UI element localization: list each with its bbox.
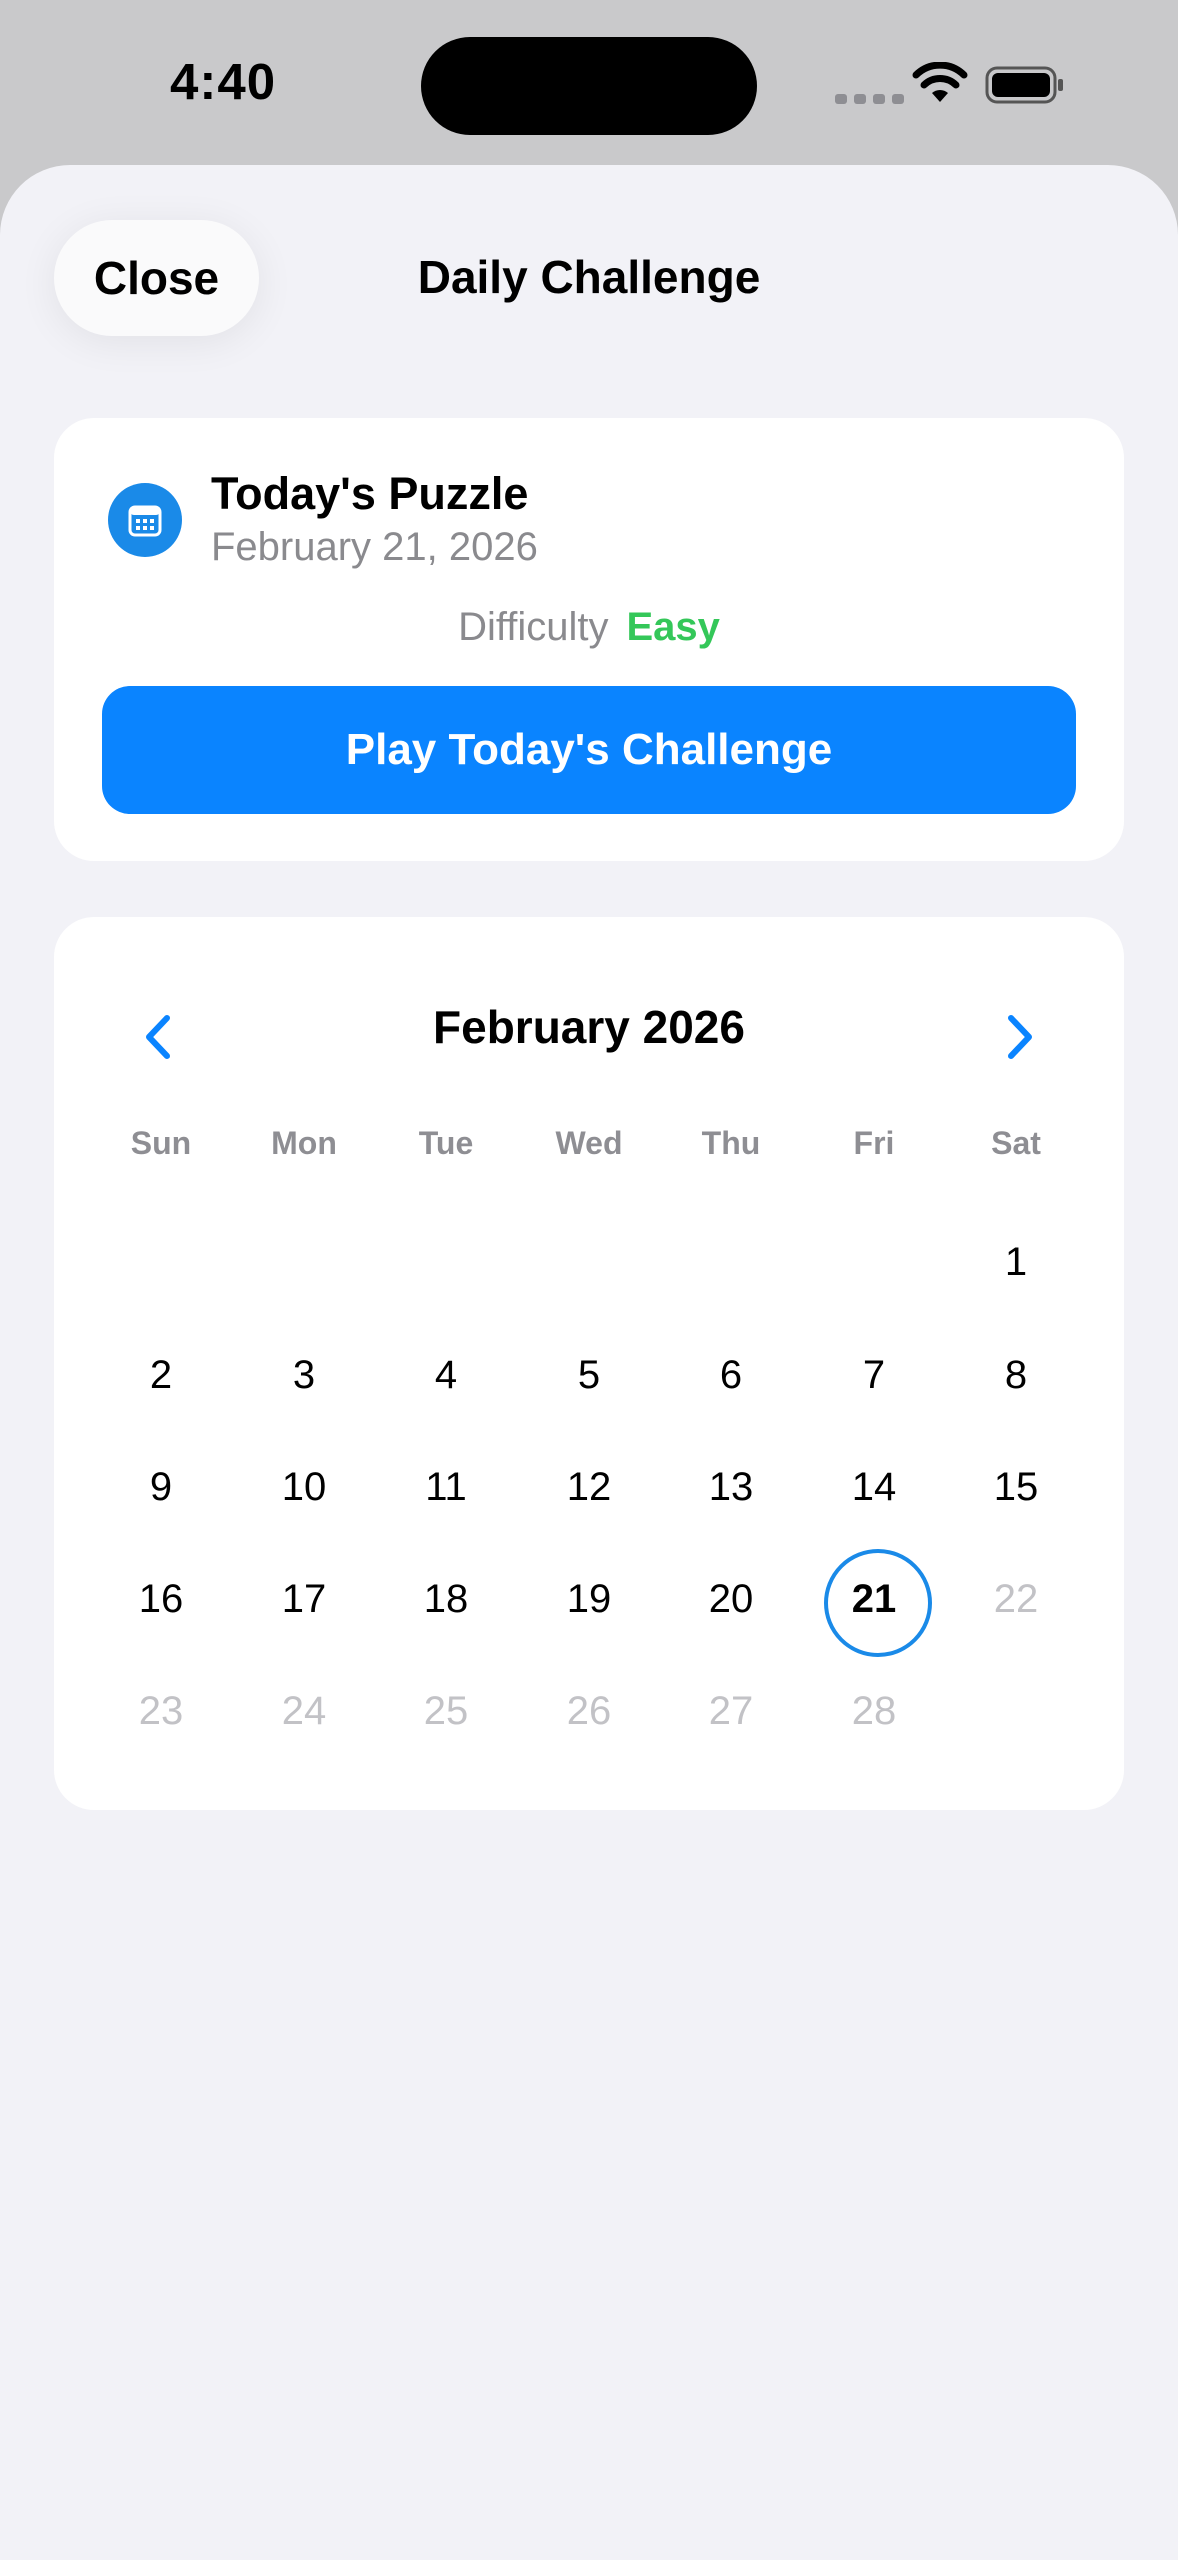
calendar-day: 27 <box>708 1688 754 1733</box>
weekday-label: Wed <box>555 1125 623 1161</box>
difficulty-label: Difficulty <box>458 605 609 649</box>
calendar-day: 23 <box>138 1688 184 1733</box>
calendar-day[interactable]: 11 <box>386 1437 506 1537</box>
weekday-header-row: Sun Mon Tue Wed Thu Fri Sat <box>54 1125 1124 1175</box>
daily-challenge-sheet: Close Daily Challenge Today's Puzzle Feb… <box>0 165 1178 2560</box>
status-time: 4:40 <box>170 53 277 110</box>
puzzle-title: Today's Puzzle <box>211 468 529 519</box>
calendar-day[interactable]: 10 <box>244 1437 364 1537</box>
calendar-day[interactable]: 8 <box>956 1325 1076 1425</box>
calendar-day: 25 <box>423 1688 469 1733</box>
calendar-day[interactable]: 1 <box>956 1212 1076 1312</box>
calendar-day[interactable]: 6 <box>671 1325 791 1425</box>
difficulty-row: Difficulty Easy <box>54 605 1124 650</box>
calendar-day[interactable]: 13 <box>671 1437 791 1537</box>
calendar-day[interactable]: 18 <box>386 1549 506 1649</box>
dynamic-island <box>421 37 757 135</box>
calendar-card: February 2026 Sun Mon Tue Wed Thu Fri Sat 1234… <box>54 917 1124 1810</box>
calendar-day-selected[interactable]: 21 <box>814 1549 934 1657</box>
month-title: February 2026 <box>433 1001 745 1053</box>
puzzle-date: February 21, 2026 <box>211 525 538 569</box>
calendar-day[interactable]: 20 <box>671 1549 791 1649</box>
next-month-button[interactable] <box>985 1002 1055 1072</box>
calendar-day[interactable]: 14 <box>814 1437 934 1537</box>
weekday-label: Tue <box>418 1125 474 1161</box>
cellular-signal-icon <box>835 94 904 104</box>
weekday-label: Mon <box>271 1125 337 1161</box>
weekday-label: Sat <box>991 1125 1041 1161</box>
calendar-day[interactable]: 15 <box>956 1437 1076 1537</box>
calendar-day[interactable]: 12 <box>529 1437 649 1537</box>
calendar-day: 22 <box>993 1576 1039 1621</box>
calendar-day[interactable]: 7 <box>814 1325 934 1425</box>
calendar-day: 24 <box>281 1688 327 1733</box>
battery-icon <box>985 66 1063 104</box>
weekday-label: Sun <box>130 1125 192 1161</box>
chevron-right-icon <box>1008 1015 1032 1059</box>
calendar-day[interactable]: 17 <box>244 1549 364 1649</box>
weekday-label: Thu <box>701 1125 761 1161</box>
calendar-icon <box>108 483 182 557</box>
calendar-day[interactable]: 2 <box>101 1325 221 1425</box>
calendar-day[interactable]: 4 <box>386 1325 506 1425</box>
status-bar: 4:40 <box>0 0 1178 165</box>
calendar-day: 28 <box>851 1688 897 1733</box>
calendar-day[interactable]: 16 <box>101 1549 221 1649</box>
calendar-day[interactable]: 9 <box>101 1437 221 1537</box>
calendar-day[interactable]: 19 <box>529 1549 649 1649</box>
calendar-day: 26 <box>566 1688 612 1733</box>
calendar-day[interactable]: 3 <box>244 1325 364 1425</box>
screen: 4:40 Close Daily Challenge Today's Puzzl… <box>0 0 1178 2560</box>
wifi-icon <box>912 62 968 102</box>
todays-puzzle-card: Today's Puzzle February 21, 2026 Difficu… <box>54 418 1124 861</box>
page-title: Daily Challenge <box>417 251 761 303</box>
calendar-day[interactable]: 5 <box>529 1325 649 1425</box>
weekday-label: Fri <box>853 1125 895 1161</box>
difficulty-value: Easy <box>626 605 720 649</box>
play-challenge-button[interactable]: Play Today's Challenge <box>102 686 1076 814</box>
